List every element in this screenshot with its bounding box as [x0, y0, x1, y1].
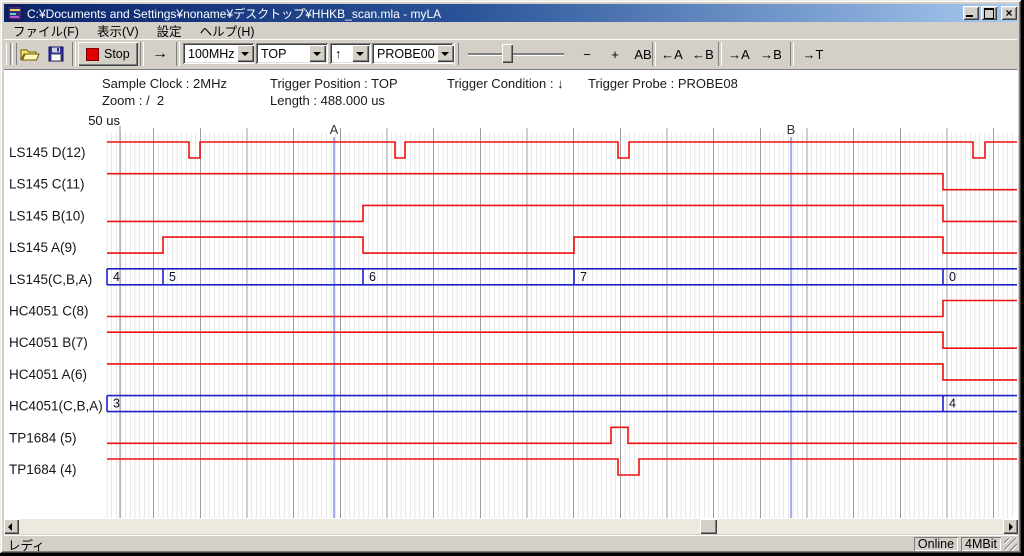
bus-value: 7	[580, 270, 587, 284]
bus-value: 3	[113, 397, 120, 411]
zoom-slider[interactable]	[466, 43, 566, 65]
channel-label: HC4051 B(7)	[9, 335, 88, 350]
dropdown-arrow-icon[interactable]	[437, 45, 454, 62]
trigger-position-value: TOP	[261, 47, 307, 61]
scrollbar-thumb[interactable]	[700, 519, 717, 534]
slider-thumb[interactable]	[502, 44, 513, 63]
bus-value: 4	[949, 397, 956, 411]
run-button[interactable]: →	[148, 43, 172, 65]
status-online: Online	[914, 537, 958, 551]
minimize-icon	[966, 15, 973, 17]
bus-value: 4	[113, 270, 120, 284]
toolbar-grip	[454, 43, 459, 65]
goto-marker-b-right-button[interactable]: →B	[756, 43, 786, 65]
zoom-out-button[interactable]: −	[574, 43, 600, 65]
save-floppy-icon	[48, 46, 64, 62]
status-memory: 4MBit	[961, 537, 1001, 551]
sample-clock-value: 100MHz	[188, 47, 235, 61]
bus-value: 0	[949, 270, 956, 284]
channel-label: TP1684 (5)	[9, 430, 77, 445]
marker-label: B	[787, 122, 796, 137]
probe-value: PROBE00	[377, 47, 435, 61]
toolbar-separator	[140, 42, 144, 66]
goto-marker-a-right-button[interactable]: →A	[724, 43, 754, 65]
toolbar-separator	[652, 42, 656, 66]
trigger-edge-value: ↑	[335, 47, 350, 61]
channel-label: LS145 C(11)	[9, 177, 85, 192]
marker-label: A	[330, 122, 339, 137]
channel-label: LS145 B(10)	[9, 208, 85, 223]
zoom-in-button[interactable]: +	[602, 43, 628, 65]
status-message: レディ	[4, 535, 914, 554]
menu-help[interactable]: ヘルプ(H)	[191, 20, 264, 41]
signal-trace	[107, 427, 1017, 443]
signal-trace	[107, 205, 1017, 221]
waveform-canvas[interactable]: 50 us A B LS145 D(12) LS145 C(11) LS145 B(10)…	[4, 70, 1018, 519]
toolbar-grip	[6, 43, 11, 65]
menu-view[interactable]: 表示(V)	[88, 20, 148, 41]
time-scale-label: 50 us	[88, 113, 120, 128]
trigger-edge-combo[interactable]: ↑	[330, 43, 371, 64]
channel-label: LS145 D(12)	[9, 145, 86, 160]
menu-settings[interactable]: 設定	[148, 20, 191, 41]
trigger-position-combo[interactable]: TOP	[256, 43, 328, 64]
channel-label: LS145 A(9)	[9, 240, 77, 255]
open-folder-icon	[20, 46, 40, 62]
close-icon: ×	[1005, 8, 1012, 18]
left-arrow-icon	[8, 523, 12, 531]
goto-marker-a-left-button[interactable]: ←A	[657, 43, 687, 65]
goto-marker-b-left-button[interactable]: ←B	[688, 43, 718, 65]
scroll-right-button[interactable]	[1003, 519, 1018, 534]
signal-trace	[107, 174, 1017, 190]
menu-file[interactable]: ファイル(F)	[4, 20, 88, 41]
horizontal-scrollbar[interactable]	[4, 519, 1018, 534]
signal-trace	[107, 301, 1017, 317]
toolbar-separator	[176, 42, 180, 66]
resize-grip[interactable]	[1004, 538, 1017, 551]
stop-icon	[86, 48, 99, 61]
slider-track	[468, 53, 564, 56]
right-arrow-icon	[1009, 523, 1013, 531]
maximize-icon	[984, 8, 994, 19]
dropdown-arrow-icon[interactable]	[237, 45, 254, 62]
dropdown-arrow-icon[interactable]	[352, 45, 369, 62]
signal-trace	[107, 364, 1017, 380]
bus-value: 5	[169, 270, 176, 284]
signal-trace	[107, 142, 1017, 158]
probe-combo[interactable]: PROBE00	[372, 43, 453, 64]
stop-label: Stop	[104, 47, 130, 61]
status-bar: レディ Online 4MBit	[4, 535, 1018, 552]
signal-trace	[107, 332, 1017, 348]
stop-button[interactable]: Stop	[78, 42, 138, 66]
toolbar-grip	[12, 43, 17, 65]
waveform-panel: Sample Clock : 2MHz Trigger Position : T…	[4, 70, 1018, 519]
toolbar-separator	[718, 42, 722, 66]
minimize-button[interactable]	[963, 6, 979, 20]
toolbar-separator	[790, 42, 794, 66]
maximize-button[interactable]	[981, 6, 997, 20]
bus-value: 6	[369, 270, 376, 284]
menu-bar: ファイル(F) 表示(V) 設定 ヘルプ(H)	[4, 22, 1017, 38]
sample-clock-combo[interactable]: 100MHz	[183, 43, 254, 64]
toolbar-separator	[72, 42, 76, 66]
dropdown-arrow-icon[interactable]	[309, 45, 326, 62]
app-window: C:¥Documents and Settings¥noname¥デスクトップ¥…	[0, 0, 1021, 553]
save-button[interactable]	[44, 43, 68, 65]
channel-label: LS145(C,B,A)	[9, 272, 92, 287]
signal-trace	[107, 237, 1017, 253]
open-button[interactable]	[18, 43, 42, 65]
channel-label: HC4051(C,B,A)	[9, 399, 103, 414]
goto-trigger-button[interactable]: →T	[798, 43, 828, 65]
signal-trace	[107, 459, 1017, 475]
channel-label: TP1684 (4)	[9, 462, 77, 477]
channel-label: HC4051 C(8)	[9, 304, 89, 319]
channel-label: HC4051 A(6)	[9, 367, 87, 382]
tool-bar: Stop → 100MHz TOP ↑ PROBE00 − + AB	[4, 39, 1017, 70]
close-button[interactable]: ×	[1001, 6, 1017, 20]
scroll-left-button[interactable]	[4, 519, 19, 534]
